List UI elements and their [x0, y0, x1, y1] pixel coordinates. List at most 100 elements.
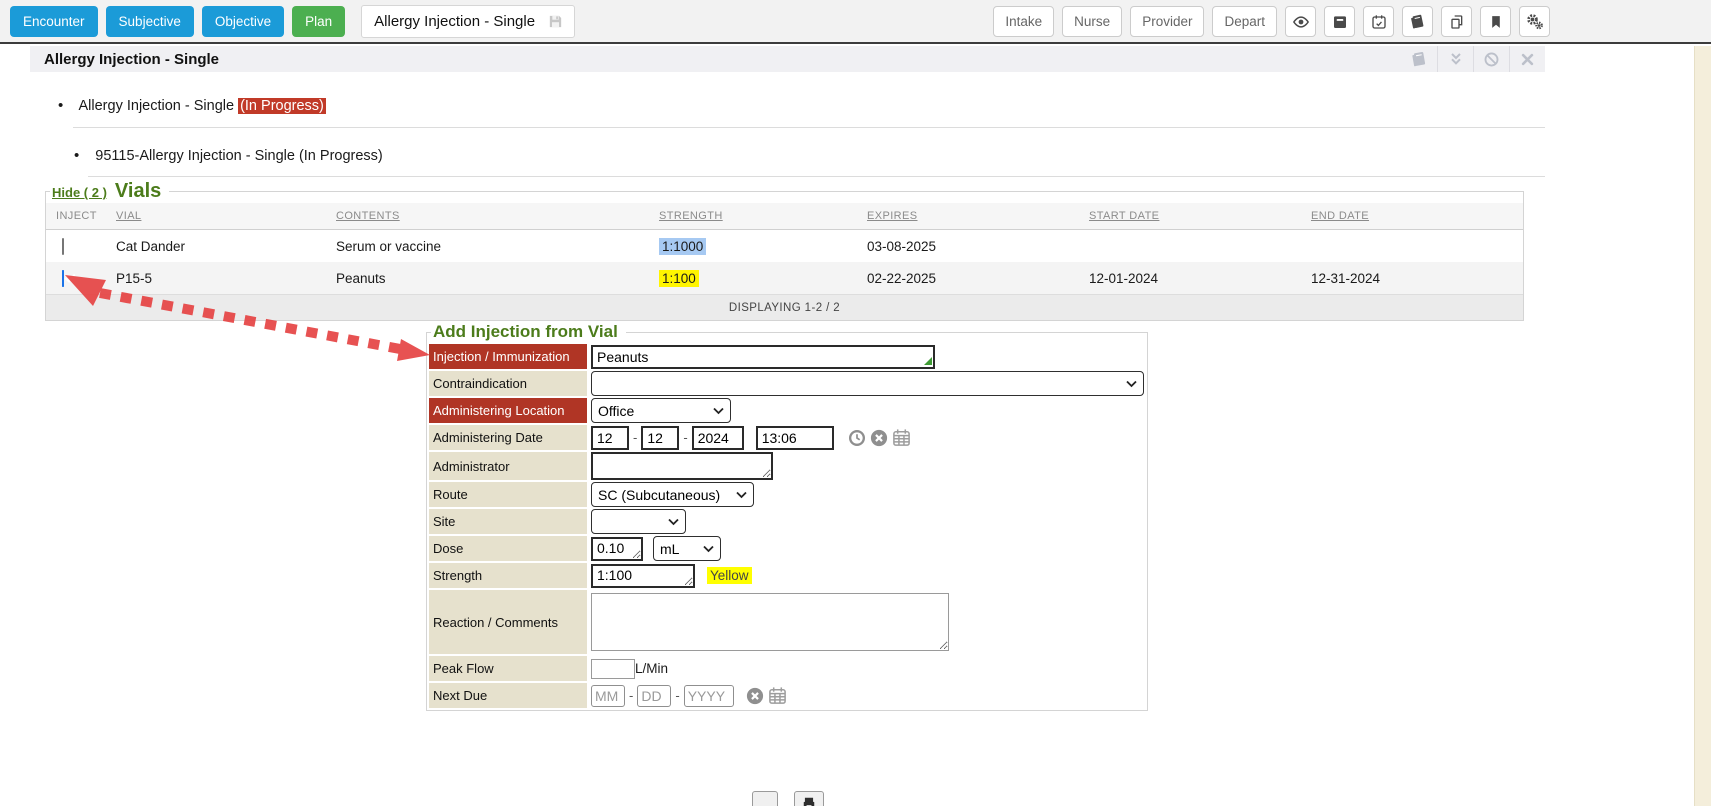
inject-checkbox[interactable]: [62, 270, 64, 287]
hide-vials-link[interactable]: Hide ( 2 ): [52, 185, 107, 200]
reaction-comments-input[interactable]: [591, 593, 949, 651]
site-select[interactable]: [591, 509, 686, 534]
dose-input[interactable]: 0.10: [591, 537, 643, 561]
administrator-input[interactable]: [591, 452, 773, 480]
date-separator: [629, 687, 633, 705]
save-icon[interactable]: [547, 13, 564, 30]
administering-day-input[interactable]: [641, 426, 679, 450]
next-due-day-input[interactable]: [637, 685, 671, 707]
table-row: P15-5 Peanuts 1:100 02-22-2025 12-01-202…: [46, 262, 1523, 294]
column-expires[interactable]: EXPIRES: [867, 210, 1089, 222]
eye-icon: [1292, 13, 1310, 31]
table-row: Cat Dander Serum or vaccine 1:1000 03-08…: [46, 230, 1523, 262]
open-template-tab[interactable]: Allergy Injection - Single: [361, 5, 575, 38]
administering-time-input[interactable]: [756, 426, 834, 450]
administering-location-select[interactable]: Office: [591, 398, 731, 423]
next-due-year-input[interactable]: [684, 685, 734, 707]
panel-header: Allergy Injection - Single: [30, 46, 1545, 72]
journal-button[interactable]: [1402, 6, 1433, 37]
contraindication-select[interactable]: [591, 371, 1144, 396]
dose-label: Dose: [429, 536, 587, 561]
chevron-down-icon: [713, 407, 724, 415]
expires-cell: 03-08-2025: [867, 239, 1089, 254]
column-end-date[interactable]: END DATE: [1311, 210, 1523, 222]
dose-unit-value: mL: [660, 541, 679, 557]
print-button[interactable]: [794, 791, 824, 806]
column-inject: INJECT: [46, 210, 116, 222]
add-injection-title: Add Injection from Vial: [431, 322, 626, 342]
administrator-label: Administrator: [429, 452, 587, 480]
objective-button[interactable]: Objective: [202, 6, 284, 37]
column-contents[interactable]: CONTENTS: [336, 210, 659, 222]
encounter-button[interactable]: Encounter: [10, 6, 98, 37]
peak-flow-label: Peak Flow: [429, 656, 587, 681]
dose-unit-select[interactable]: mL: [653, 536, 721, 561]
status-item-1: Allergy Injection - Single (In Progress): [58, 97, 326, 114]
chevron-down-icon: [668, 518, 679, 526]
calendar-icon[interactable]: [768, 686, 787, 705]
column-start-date[interactable]: START DATE: [1089, 210, 1311, 222]
column-vial[interactable]: VIAL: [116, 210, 336, 222]
calendar-icon[interactable]: [892, 428, 911, 447]
vial-cell: Cat Dander: [116, 239, 336, 254]
archive-icon: [1332, 14, 1348, 30]
end-date-cell: 12-31-2024: [1311, 271, 1523, 286]
chevron-down-icon: [1126, 380, 1137, 388]
book-icon[interactable]: [1401, 46, 1437, 72]
column-strength[interactable]: STRENGTH: [659, 210, 867, 222]
start-date-cell: 12-01-2024: [1089, 271, 1311, 286]
divider: [88, 176, 1545, 177]
next-due-month-input[interactable]: [591, 685, 625, 707]
vial-cell: P15-5: [116, 271, 336, 286]
date-separator: [683, 429, 687, 447]
copy-icon: [1449, 14, 1465, 30]
inject-checkbox[interactable]: [62, 238, 64, 255]
bookmark-button[interactable]: [1480, 6, 1511, 37]
subjective-button[interactable]: Subjective: [106, 6, 194, 37]
strength-input[interactable]: 1:100: [591, 564, 695, 588]
contents-cell: Serum or vaccine: [336, 239, 659, 254]
provider-button[interactable]: Provider: [1130, 6, 1204, 37]
open-template-tab-label: Allergy Injection - Single: [374, 13, 535, 30]
collapse-chevrons-icon[interactable]: [1437, 46, 1473, 72]
nurse-button[interactable]: Nurse: [1062, 6, 1122, 37]
eye-button[interactable]: [1285, 6, 1316, 37]
journal-icon: [1409, 13, 1426, 30]
calendar-check-button[interactable]: [1363, 6, 1394, 37]
archive-button[interactable]: [1324, 6, 1355, 37]
calendar-check-icon: [1371, 14, 1387, 30]
intake-button[interactable]: Intake: [993, 6, 1054, 37]
peak-flow-input[interactable]: [591, 659, 635, 679]
vials-title: Vials: [115, 180, 161, 203]
status-item-2: 95115-Allergy Injection - Single (In Pro…: [74, 147, 383, 164]
in-progress-badge: (In Progress): [238, 98, 326, 114]
bookmark-icon: [1489, 14, 1503, 30]
vials-section: Hide ( 2 ) Vials INJECT VIAL CONTENTS ST…: [45, 180, 1524, 321]
reaction-comments-label: Reaction / Comments: [429, 590, 587, 654]
close-icon[interactable]: [1509, 46, 1545, 72]
administering-date-label: Administering Date: [429, 425, 587, 450]
administering-month-input[interactable]: [591, 426, 629, 450]
administering-year-input[interactable]: [692, 426, 744, 450]
top-toolbar: Encounter Subjective Objective Plan Alle…: [0, 0, 1711, 44]
vertical-scrollbar[interactable]: [1694, 46, 1711, 806]
expires-cell: 02-22-2025: [867, 271, 1089, 286]
clock-icon[interactable]: [848, 429, 866, 447]
gears-button[interactable]: [1519, 6, 1550, 37]
route-select[interactable]: SC (Subcutaneous): [591, 482, 754, 507]
copy-button[interactable]: [1441, 6, 1472, 37]
plan-button[interactable]: Plan: [292, 6, 345, 37]
depart-button[interactable]: Depart: [1212, 6, 1277, 37]
clear-icon[interactable]: [870, 429, 888, 447]
vials-table-header: INJECT VIAL CONTENTS STRENGTH EXPIRES ST…: [46, 203, 1523, 230]
divider: [73, 127, 1545, 128]
panel-header-actions: [1401, 46, 1545, 72]
contraindication-label: Contraindication: [429, 371, 587, 396]
disable-icon[interactable]: [1473, 46, 1509, 72]
strength-cell: 1:100: [659, 270, 699, 287]
resize-handle[interactable]: [924, 357, 932, 365]
bottom-action-button[interactable]: [752, 791, 778, 806]
injection-immunization-input[interactable]: [591, 345, 935, 369]
clear-icon[interactable]: [746, 687, 764, 705]
page-title: Allergy Injection - Single: [44, 51, 219, 68]
